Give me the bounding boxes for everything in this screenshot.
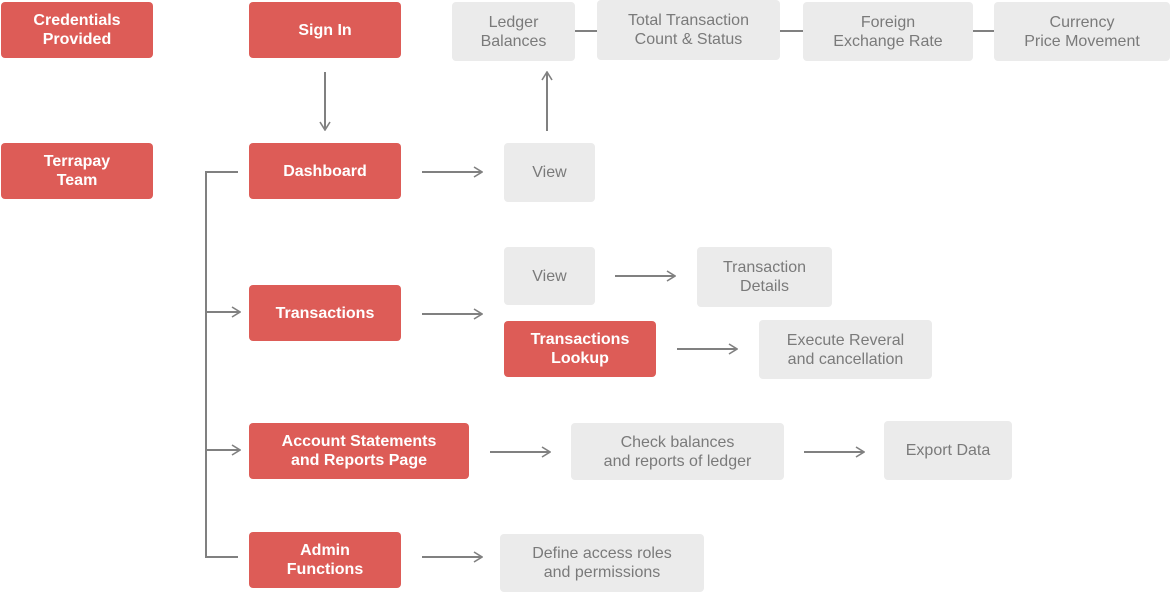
actor-credentials-provided: Credentials Provided <box>1 2 153 58</box>
node-ledger-balances[interactable]: Ledger Balances <box>452 2 575 61</box>
branch-trunk <box>205 171 238 558</box>
node-transactions[interactable]: Transactions <box>249 285 401 341</box>
node-dashboard[interactable]: Dashboard <box>249 143 401 199</box>
node-dashboard-view[interactable]: View <box>504 143 595 202</box>
node-transaction-details[interactable]: Transaction Details <box>697 247 832 307</box>
actor-terrapay-team: Terrapay Team <box>1 143 153 199</box>
node-transactions-view[interactable]: View <box>504 247 595 305</box>
node-total-transaction[interactable]: Total Transaction Count & Status <box>597 0 780 60</box>
node-admin-functions[interactable]: Admin Functions <box>249 532 401 588</box>
node-currency-price[interactable]: Currency Price Movement <box>994 2 1170 61</box>
node-transactions-lookup[interactable]: Transactions Lookup <box>504 321 656 377</box>
node-account-statements[interactable]: Account Statements and Reports Page <box>249 423 469 479</box>
node-sign-in[interactable]: Sign In <box>249 2 401 58</box>
node-check-balances[interactable]: Check balances and reports of ledger <box>571 423 784 480</box>
node-define-access-roles[interactable]: Define access roles and permissions <box>500 534 704 592</box>
node-export-data[interactable]: Export Data <box>884 421 1012 480</box>
node-execute-reversal[interactable]: Execute Reveral and cancellation <box>759 320 932 379</box>
node-foreign-exchange[interactable]: Foreign Exchange Rate <box>803 2 973 61</box>
